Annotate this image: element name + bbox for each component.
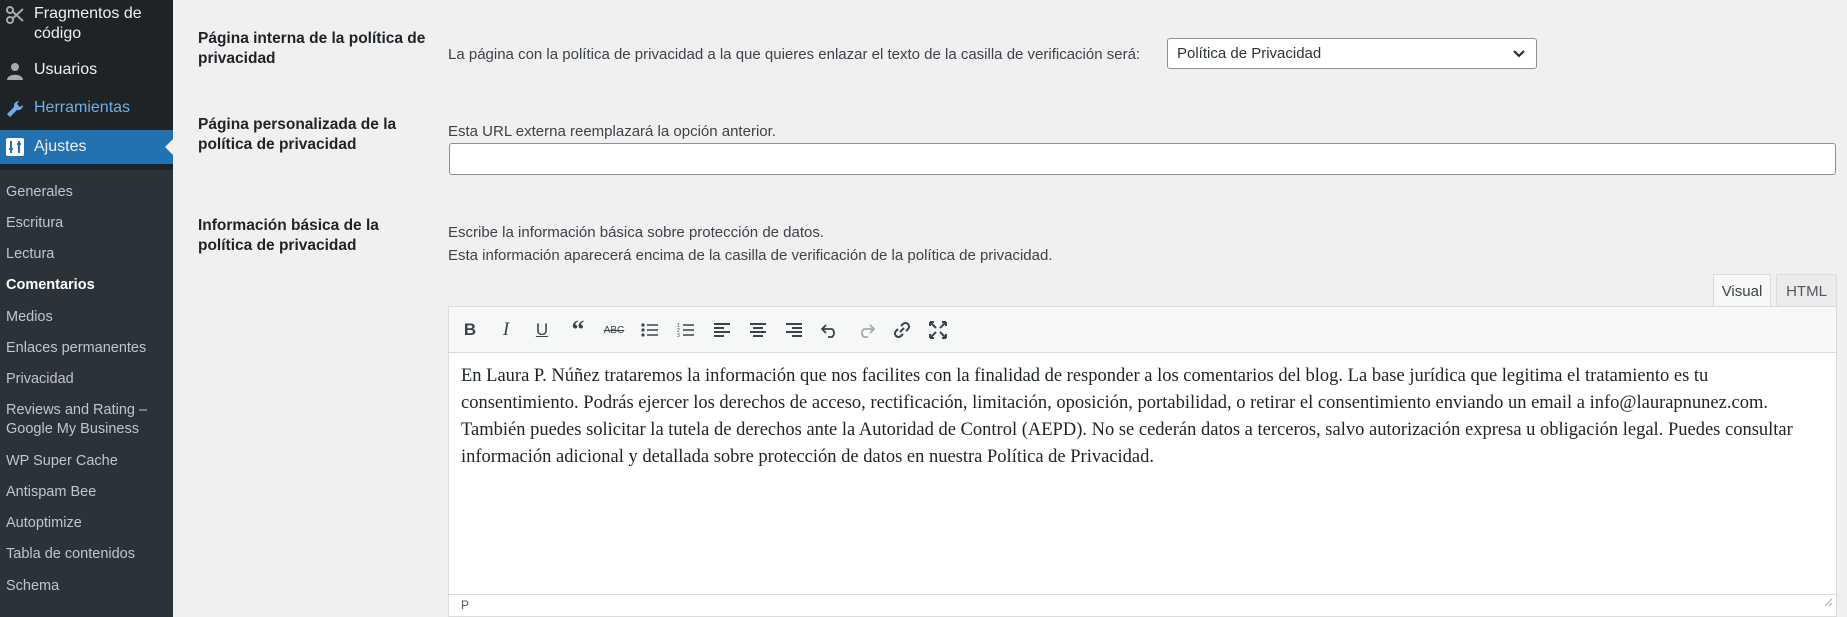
submenu-item-privacidad[interactable]: Privacidad bbox=[6, 370, 74, 389]
current-menu-arrow bbox=[165, 139, 173, 155]
menu-item-label: Ajustes bbox=[34, 138, 87, 155]
submenu-item-lectura[interactable]: Lectura bbox=[6, 245, 54, 264]
submenu-item-tabla-contenidos[interactable]: Tabla de contenidos bbox=[6, 545, 135, 564]
editor-content[interactable]: En Laura P. Núñez trataremos la informac… bbox=[461, 363, 1818, 471]
bold-icon[interactable]: B bbox=[458, 318, 482, 342]
menu-item-label: Herramientas bbox=[34, 99, 131, 116]
submenu-item-medios[interactable]: Medios bbox=[6, 308, 53, 327]
basic-info-description-2: Esta información aparecerá encima de la … bbox=[448, 247, 1053, 264]
settings-submenu: Generales Escritura Lectura Comentarios … bbox=[0, 170, 173, 617]
editor-toolbar: B I U “ ABC 123 bbox=[449, 307, 1836, 353]
align-center-icon[interactable] bbox=[746, 318, 770, 342]
blockquote-icon[interactable]: “ bbox=[566, 315, 590, 344]
tab-html[interactable]: HTML bbox=[1776, 274, 1837, 307]
resize-handle-icon[interactable] bbox=[1823, 593, 1833, 614]
custom-page-description: Esta URL externa reemplazará la opción a… bbox=[448, 123, 776, 140]
svg-text:3: 3 bbox=[677, 333, 680, 338]
privacy-page-select-value: Política de Privacidad bbox=[1177, 45, 1322, 62]
internal-page-description: La página con la política de privacidad … bbox=[448, 46, 1141, 63]
privacy-page-select[interactable]: Política de Privacidad bbox=[1167, 38, 1537, 69]
menu-item-label: Fragmentos de código bbox=[34, 5, 142, 42]
submenu-item-reviews-rating[interactable]: Reviews and Rating – Google My Business bbox=[6, 401, 166, 439]
privacy-info-editor: B I U “ ABC 123 En Laura P. Núñez tratar… bbox=[448, 306, 1837, 617]
scissors-icon bbox=[4, 4, 26, 26]
strikethrough-icon[interactable]: ABC bbox=[602, 318, 626, 342]
submenu-item-enlaces-permanentes[interactable]: Enlaces permanentes bbox=[6, 339, 146, 358]
submenu-item-generales[interactable]: Generales bbox=[6, 183, 73, 202]
element-path[interactable]: P bbox=[461, 598, 469, 612]
align-left-icon[interactable] bbox=[710, 318, 734, 342]
underline-icon[interactable]: U bbox=[530, 318, 554, 342]
internal-page-label: Página interna de la política de privaci… bbox=[198, 30, 426, 67]
align-right-icon[interactable] bbox=[782, 318, 806, 342]
admin-sidebar: Fragmentos de código Usuarios Herramient… bbox=[0, 0, 173, 617]
menu-item-usuarios[interactable]: Usuarios bbox=[0, 60, 173, 82]
italic-icon[interactable]: I bbox=[494, 318, 518, 342]
custom-page-label: Página personalizada de la política de p… bbox=[198, 116, 397, 153]
submenu-item-wp-super-cache[interactable]: WP Super Cache bbox=[6, 452, 118, 471]
submenu-item-escritura[interactable]: Escritura bbox=[6, 214, 63, 233]
tab-visual[interactable]: Visual bbox=[1713, 274, 1771, 307]
fullscreen-icon[interactable] bbox=[926, 318, 950, 342]
link-icon[interactable] bbox=[890, 318, 914, 342]
undo-icon[interactable] bbox=[818, 318, 842, 342]
bullet-list-icon[interactable] bbox=[638, 318, 662, 342]
numbered-list-icon[interactable]: 123 bbox=[674, 318, 698, 342]
submenu-item-comentarios[interactable]: Comentarios bbox=[6, 276, 95, 295]
basic-info-label: Información básica de la política de pri… bbox=[198, 217, 379, 254]
wrench-icon bbox=[4, 98, 26, 120]
editor-statusbar: P bbox=[449, 594, 1836, 616]
redo-icon[interactable] bbox=[854, 318, 878, 342]
menu-item-fragmentos[interactable]: Fragmentos de código bbox=[0, 4, 173, 44]
menu-item-herramientas[interactable]: Herramientas bbox=[0, 98, 173, 120]
settings-icon bbox=[4, 136, 26, 158]
menu-item-label: Usuarios bbox=[34, 61, 98, 78]
menu-item-ajustes[interactable]: Ajustes bbox=[0, 130, 173, 164]
chevron-down-icon bbox=[1512, 47, 1526, 65]
submenu-item-schema[interactable]: Schema bbox=[6, 577, 59, 596]
submenu-item-antispam-bee[interactable]: Antispam Bee bbox=[6, 483, 96, 502]
basic-info-description-1: Escribe la información básica sobre prot… bbox=[448, 224, 825, 241]
submenu-item-autoptimize[interactable]: Autoptimize bbox=[6, 514, 82, 533]
custom-url-input[interactable] bbox=[449, 143, 1836, 175]
user-icon bbox=[4, 60, 26, 82]
